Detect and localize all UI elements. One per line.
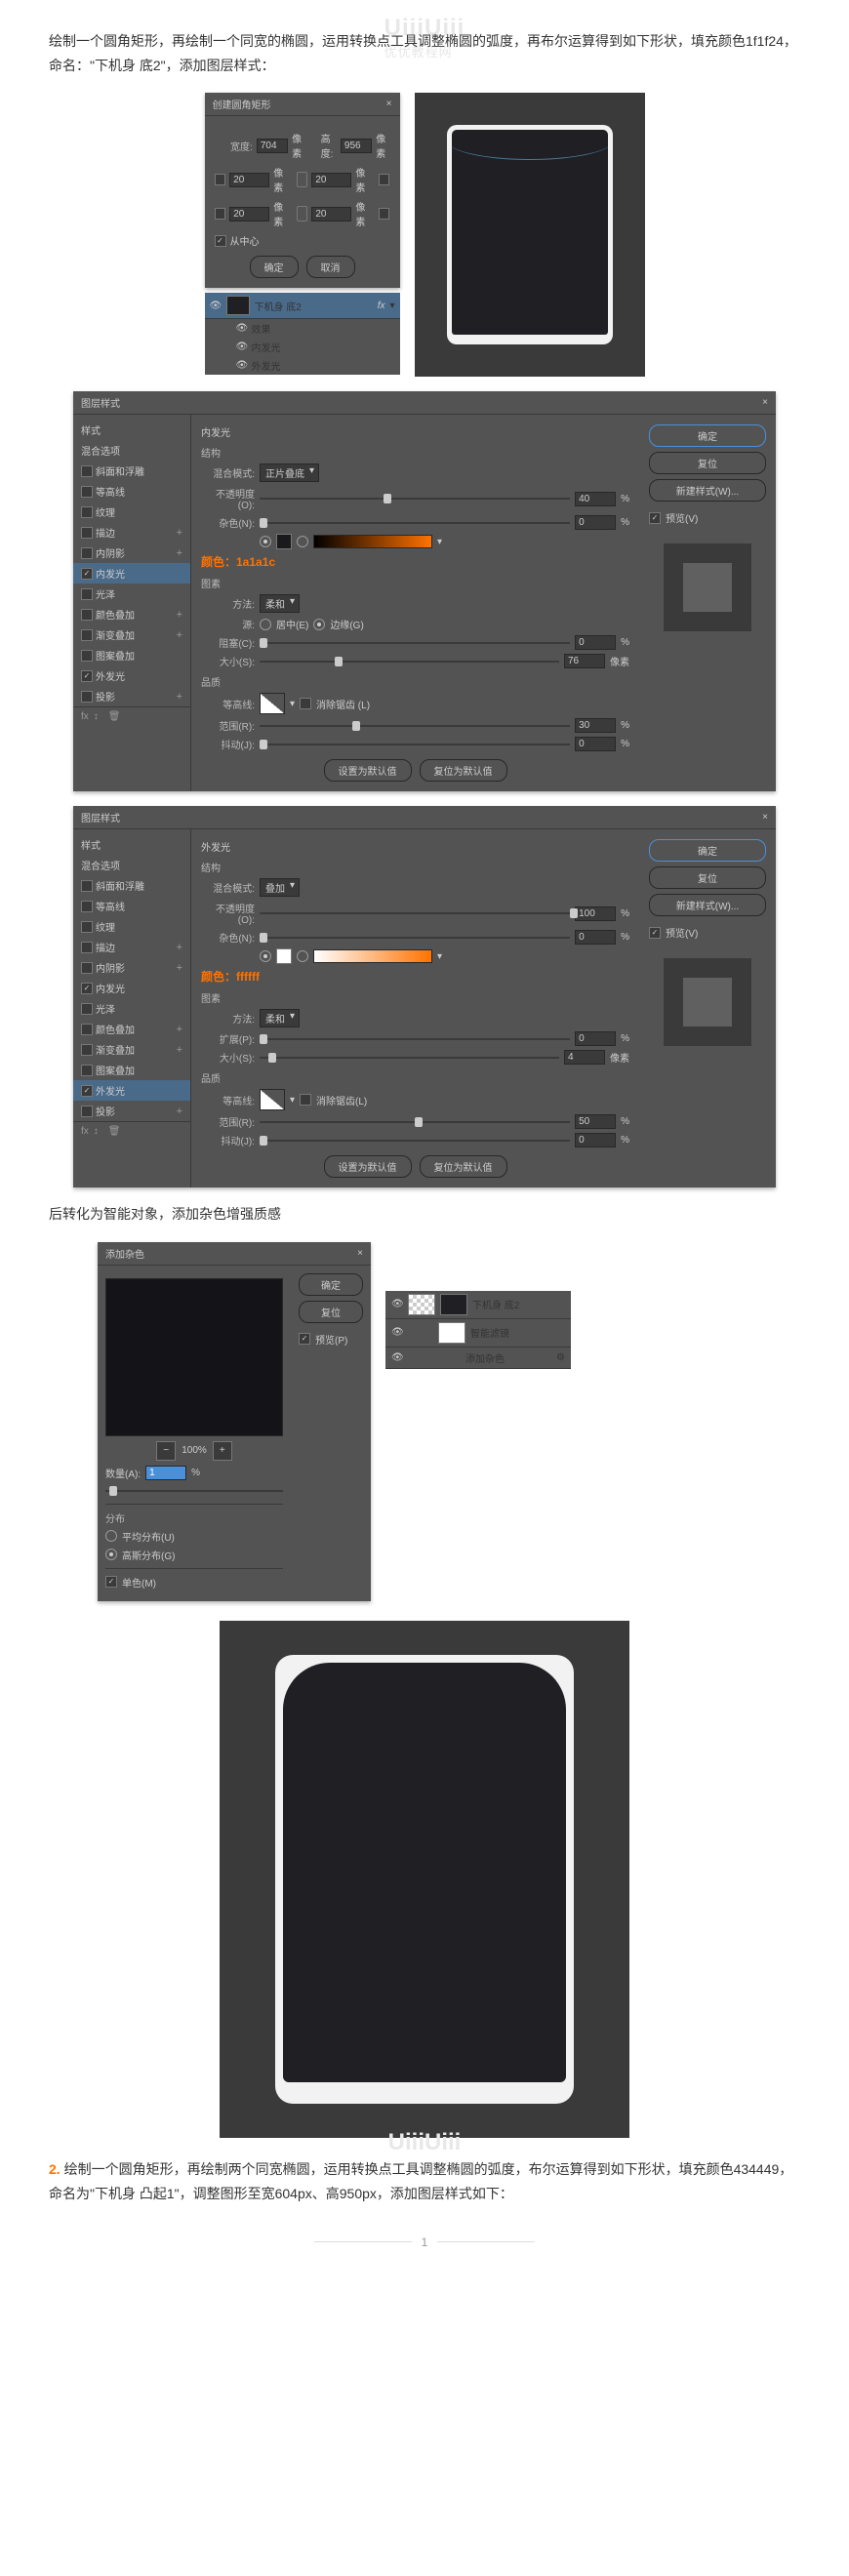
ok-button[interactable]: 确定 bbox=[649, 424, 766, 447]
mono-checkbox[interactable] bbox=[105, 1576, 117, 1588]
close-icon[interactable]: × bbox=[386, 99, 392, 109]
color-swatch[interactable] bbox=[276, 948, 292, 964]
outer-glow-row[interactable]: 👁外发光 bbox=[205, 356, 400, 375]
add-noise-dialog: 添加杂色× −100%+ 数量(A):1% 分布 平均分布(U) 高斯分布(G)… bbox=[98, 1242, 371, 1601]
outer-glow-item[interactable]: 外发光 bbox=[73, 1080, 190, 1101]
close-icon[interactable]: × bbox=[357, 1248, 363, 1259]
visibility-icon[interactable]: 👁 bbox=[210, 301, 222, 311]
gradient-picker[interactable] bbox=[313, 535, 432, 548]
corner-bl-lock[interactable] bbox=[215, 208, 226, 220]
inner-glow-item[interactable]: 内发光 bbox=[73, 563, 190, 584]
fx-icon[interactable]: fx bbox=[81, 1126, 89, 1137]
color-annotation: 颜色：ffffff bbox=[201, 968, 260, 985]
noise-slider[interactable] bbox=[260, 516, 570, 530]
fx-icon[interactable]: fx bbox=[81, 711, 89, 722]
preview-box bbox=[664, 543, 751, 631]
chevron-icon[interactable]: ▾ bbox=[389, 301, 394, 311]
ok-button[interactable]: 确定 bbox=[250, 256, 299, 278]
layer-panel: 👁下机身 底2fx▾ 👁效果 👁内发光 👁外发光 bbox=[205, 293, 400, 375]
paragraph-3: 2. 绘制一个圆角矩形，再绘制两个同宽椭圆，运用转换点工具调整椭圆的弧度，布尔运… bbox=[49, 2157, 800, 2206]
amount-slider[interactable] bbox=[105, 1484, 283, 1498]
amount-input[interactable]: 1 bbox=[145, 1466, 186, 1480]
trash-icon[interactable]: 🗑 bbox=[108, 711, 121, 722]
cancel-button[interactable]: 复位 bbox=[649, 452, 766, 474]
link-icon[interactable] bbox=[297, 172, 308, 187]
smart-layer-row[interactable]: 👁下机身 底2 bbox=[385, 1291, 571, 1319]
canvas-preview-2 bbox=[220, 1621, 629, 2138]
layer-thumb bbox=[226, 296, 250, 315]
opacity-slider[interactable] bbox=[260, 492, 570, 505]
height-input[interactable]: 956 bbox=[341, 139, 372, 153]
close-icon[interactable]: × bbox=[762, 812, 768, 823]
page-number: 1 bbox=[49, 2235, 800, 2249]
layer-row[interactable]: 👁下机身 底2fx▾ bbox=[205, 293, 400, 319]
style-list: 样式 混合选项 斜面和浮雕 等高线 纹理 描边+ 内阴影+ 内发光 光泽 颜色叠… bbox=[73, 415, 191, 791]
from-center-checkbox[interactable] bbox=[215, 235, 226, 247]
color-annotation: 颜色：1a1a1c bbox=[201, 553, 275, 570]
paragraph-2: 后转化为智能对象，添加杂色增强质感 bbox=[49, 1202, 800, 1227]
reset-button[interactable]: 复位为默认值 bbox=[420, 759, 507, 782]
layer-style-dialog-inner: 图层样式× 样式 混合选项 斜面和浮雕 等高线 纹理 描边+ 内阴影+ 内发光 … bbox=[73, 391, 776, 791]
watermark-bottom: UiiiUiii bbox=[388, 2129, 462, 2156]
gaussian-radio[interactable] bbox=[105, 1549, 117, 1560]
filter-options-icon[interactable]: ⚙ bbox=[556, 1352, 565, 1363]
contour-picker[interactable] bbox=[260, 693, 285, 714]
dialog-title: 创建圆角矩形 bbox=[213, 97, 271, 111]
close-icon[interactable]: × bbox=[762, 397, 768, 408]
zoom-in-button[interactable]: + bbox=[213, 1441, 232, 1461]
link-icon[interactable] bbox=[297, 206, 308, 221]
cancel-button[interactable]: 取消 bbox=[306, 256, 355, 278]
corner-br-lock[interactable] bbox=[379, 208, 390, 220]
inner-glow-row[interactable]: 👁内发光 bbox=[205, 338, 400, 356]
blend-mode-select[interactable]: 正片叠底 bbox=[260, 463, 319, 482]
create-rect-dialog: 创建圆角矩形× 宽度:704像素高度:956像素 20像素20像素 20像素20… bbox=[205, 93, 400, 288]
noise-preview bbox=[105, 1278, 283, 1436]
uniform-radio[interactable] bbox=[105, 1530, 117, 1542]
trash-icon[interactable]: 🗑 bbox=[108, 1126, 121, 1137]
canvas-preview-1 bbox=[415, 93, 645, 377]
width-input[interactable]: 704 bbox=[257, 139, 288, 153]
corner-tr-lock[interactable] bbox=[379, 174, 390, 185]
layer-style-dialog-outer: 图层样式× 样式 混合选项 斜面和浮雕 等高线 纹理 描边+ 内阴影+ 内发光 … bbox=[73, 806, 776, 1187]
default-button[interactable]: 设置为默认值 bbox=[324, 759, 412, 782]
smart-layer-panel: 👁下机身 底2 👁智能滤镜 👁添加杂色⚙ bbox=[385, 1291, 571, 1369]
corner-tl-lock[interactable] bbox=[215, 174, 226, 185]
paragraph-1: 绘制一个圆角矩形，再绘制一个同宽的椭圆，运用转换点工具调整椭圆的弧度，再布尔运算… bbox=[49, 29, 800, 78]
zoom-out-button[interactable]: − bbox=[156, 1441, 176, 1461]
color-swatch[interactable] bbox=[276, 534, 292, 549]
new-style-button[interactable]: 新建样式(W)... bbox=[649, 479, 766, 502]
effects-row[interactable]: 👁效果 bbox=[205, 319, 400, 338]
